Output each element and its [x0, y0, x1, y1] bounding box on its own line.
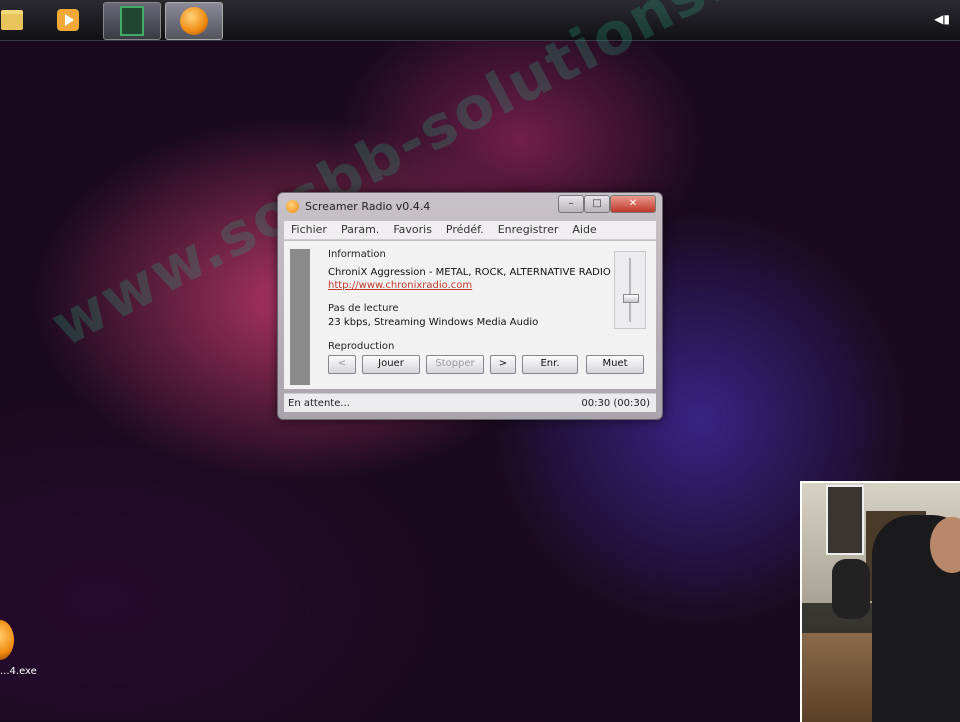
close-button[interactable]: ✕ — [610, 195, 656, 213]
previous-button[interactable]: < — [328, 355, 356, 374]
volume-slider[interactable] — [614, 251, 646, 329]
playback-status-label: Pas de lecture — [328, 303, 399, 314]
status-text: En attente... — [288, 398, 350, 409]
folder-icon — [1, 10, 23, 30]
media-player-icon — [57, 9, 79, 31]
taskbar-film-button[interactable] — [103, 2, 161, 40]
taskbar-folder-button[interactable] — [0, 2, 40, 38]
speaker-icon[interactable]: ◀▮ — [934, 12, 950, 26]
elapsed-time: 00:30 (00:30) — [581, 398, 650, 409]
maximize-button[interactable]: □ — [584, 195, 610, 213]
screamer-radio-icon — [180, 7, 208, 35]
play-button[interactable]: Jouer — [362, 355, 420, 374]
taskbar: ◀▮ — [0, 0, 960, 41]
window-title: Screamer Radio v0.4.4 — [305, 200, 431, 213]
menu-enregistrer[interactable]: Enregistrer — [491, 221, 566, 239]
next-button[interactable]: > — [490, 355, 516, 374]
menu-fichier[interactable]: Fichier — [284, 221, 334, 239]
menu-aide[interactable]: Aide — [565, 221, 603, 239]
app-icon — [286, 200, 299, 213]
menu-favoris[interactable]: Favoris — [386, 221, 439, 239]
station-name: ChroniX Aggression - METAL, ROCK, ALTERN… — [328, 267, 611, 278]
menu-param[interactable]: Param. — [334, 221, 386, 239]
webcam-overlay — [800, 481, 960, 722]
stop-button[interactable]: Stopper — [426, 355, 484, 374]
information-label: Information — [328, 249, 386, 260]
visualizer-panel — [290, 249, 310, 385]
stream-info: 23 kbps, Streaming Windows Media Audio — [328, 317, 539, 328]
screamer-radio-icon — [0, 620, 14, 660]
volume-slider-thumb[interactable] — [623, 294, 639, 303]
volume-slider-track — [629, 258, 631, 322]
film-icon — [120, 6, 144, 36]
reproduction-label: Reproduction — [328, 341, 395, 352]
webcam-picture-frame — [826, 485, 864, 555]
station-url-link[interactable]: http://www.chronixradio.com — [328, 280, 472, 291]
status-bar: En attente... 00:30 (00:30) — [284, 393, 656, 412]
record-button[interactable]: Enr. — [522, 355, 578, 374]
desktop-shortcut[interactable]: ...4.exe — [0, 614, 40, 684]
player-panel: Information ChroniX Aggression - METAL, … — [284, 241, 656, 389]
mute-button[interactable]: Muet — [586, 355, 644, 374]
webcam-chair — [832, 559, 870, 619]
taskbar-screamer-radio-button[interactable] — [165, 2, 223, 40]
screamer-radio-window: Screamer Radio v0.4.4 – □ ✕ Fichier Para… — [277, 192, 663, 420]
menu-bar: Fichier Param. Favoris Prédéf. Enregistr… — [284, 221, 656, 240]
taskbar-media-player-button[interactable] — [40, 2, 96, 38]
desktop-shortcut-label: ...4.exe — [0, 666, 37, 677]
menu-predef[interactable]: Prédéf. — [439, 221, 491, 239]
minimize-button[interactable]: – — [558, 195, 584, 213]
window-titlebar[interactable]: Screamer Radio v0.4.4 – □ ✕ — [278, 193, 662, 219]
